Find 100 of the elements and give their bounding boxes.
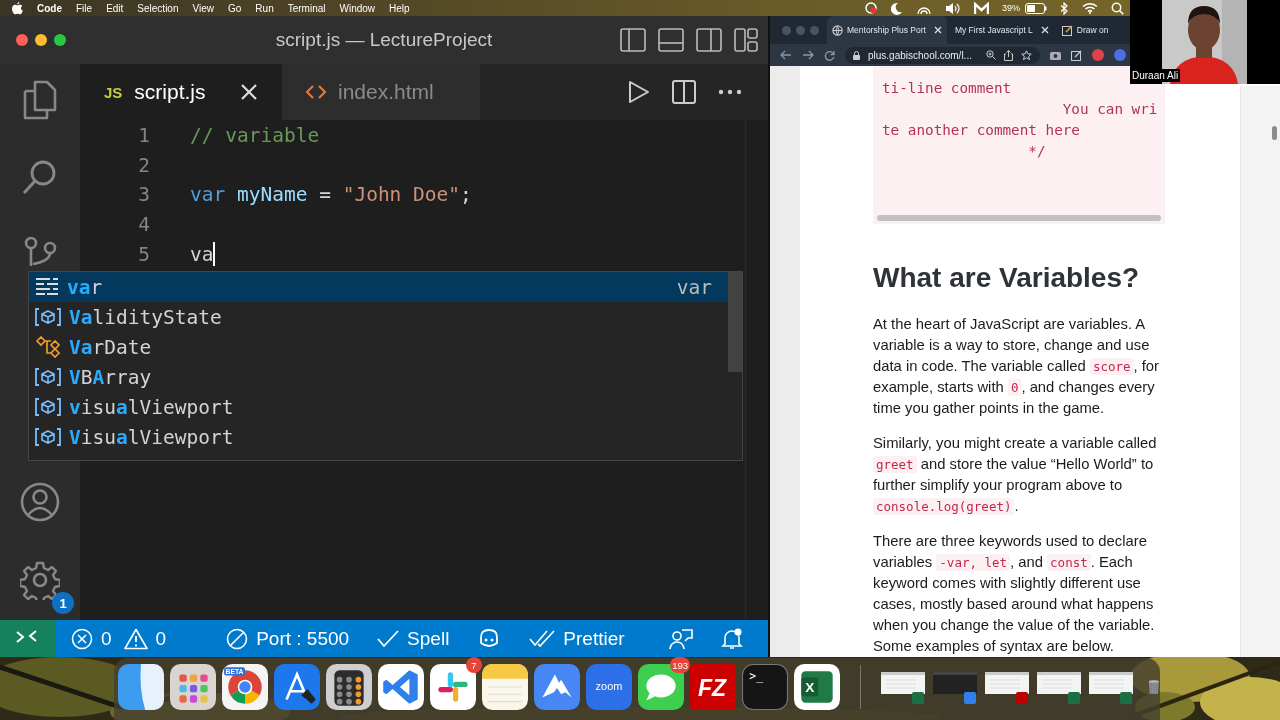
scrollbar-track[interactable]: [1240, 86, 1280, 657]
forward-icon[interactable]: [802, 50, 814, 60]
dock-app-icon[interactable]: X: [794, 664, 840, 710]
paragraph: There are three keywords used to declare variables -var, let , and const . Each keyword comes with slightly different use cases, mostly based around what happens when you change the value of the variable. Some examples of syntax are below.: [873, 532, 1156, 656]
files-icon[interactable]: [21, 80, 59, 120]
cube-icon: [35, 427, 61, 447]
browser-tab[interactable]: My First Javascript L: [946, 16, 1054, 44]
bluetooth-icon[interactable]: [1060, 1, 1069, 15]
moon-icon[interactable]: [891, 1, 903, 15]
browser-tab[interactable]: Draw on: [1053, 16, 1114, 44]
paragraph: At the heart of JavaScript are variables. A variable is a way to store, change and use data in code. The variable called score , for example, starts with 0 , and changes every time you gather points in the game.: [873, 315, 1161, 418]
spell-status[interactable]: Spell: [407, 627, 450, 650]
battery-icon[interactable]: [1025, 2, 1047, 14]
menu-item[interactable]: Help: [389, 2, 410, 14]
editor-tab[interactable]: index.html: [282, 64, 480, 120]
close-icon[interactable]: [933, 26, 942, 34]
pen-tablet-icon: [1061, 24, 1073, 36]
menu-item[interactable]: Run: [255, 2, 274, 14]
profile-icon[interactable]: [1113, 49, 1126, 61]
suggestion-label: var: [67, 275, 103, 299]
split-editor-icon[interactable]: [672, 80, 696, 104]
suggestion-item[interactable]: VarDate: [29, 332, 728, 362]
dock-app-icon[interactable]: >_: [742, 664, 788, 710]
more-icon[interactable]: [718, 89, 742, 95]
suggestion-label: VarDate: [69, 335, 152, 359]
search-icon[interactable]: [1111, 1, 1124, 15]
minimize-button[interactable]: [35, 34, 47, 46]
remote-button[interactable]: [0, 620, 55, 657]
dock-app-icon[interactable]: [430, 664, 476, 710]
dock-app-icon[interactable]: [170, 664, 216, 710]
sidebar-toggle-icon[interactable]: [620, 28, 646, 52]
m-logo-icon[interactable]: [974, 1, 989, 15]
feedback-icon[interactable]: [668, 627, 693, 650]
star-icon[interactable]: [1020, 49, 1032, 61]
wifi-icon[interactable]: [1082, 2, 1098, 14]
menu-item[interactable]: Selection: [137, 2, 179, 14]
panel-toggle-icon[interactable]: [658, 28, 684, 52]
scrollbar-thumb[interactable]: [877, 215, 1161, 221]
blocked-icon[interactable]: [226, 627, 249, 650]
account-icon[interactable]: [20, 482, 60, 522]
line-number: 4: [137, 213, 150, 237]
menu-item[interactable]: Go: [228, 2, 242, 14]
record-icon[interactable]: [864, 1, 878, 15]
secondary-sidebar-icon[interactable]: [696, 28, 722, 52]
suggestion-item[interactable]: ValidityState: [29, 302, 728, 332]
dock-app-icon[interactable]: [482, 664, 528, 710]
share-icon[interactable]: [1003, 49, 1013, 61]
speaker-icon[interactable]: [945, 1, 961, 15]
suggestion-item[interactable]: VisualViewport: [29, 422, 728, 452]
error-count[interactable]: 0: [101, 627, 112, 650]
menu-item[interactable]: File: [76, 2, 93, 14]
menu-item[interactable]: View: [192, 2, 214, 14]
app-menu[interactable]: Code: [37, 2, 62, 14]
menu-item[interactable]: Edit: [106, 2, 124, 14]
bell-icon[interactable]: [720, 627, 743, 650]
class-icon: [35, 336, 61, 358]
error-icon[interactable]: [71, 627, 93, 650]
address-bar[interactable]: plus.gabischool.com/l...: [845, 46, 1040, 64]
dock-app-icon[interactable]: zoom: [586, 664, 632, 710]
layout-icon[interactable]: [734, 28, 758, 52]
close-icon[interactable]: [1040, 26, 1049, 34]
paragraph: Similarly, you might create a variable called greet and store the value “Hello World” to further simplify your program above to console.log(greet) .: [873, 434, 1158, 517]
scrollbar-thumb[interactable]: [728, 272, 742, 372]
suggestion-item[interactable]: VBArray: [29, 362, 728, 392]
warning-icon[interactable]: [123, 627, 148, 650]
scrollbar-thumb[interactable]: [1272, 126, 1277, 140]
double-check-icon[interactable]: [529, 629, 556, 648]
dock-app-icon[interactable]: [326, 664, 372, 710]
zoom-icon[interactable]: [985, 50, 996, 60]
dock-app-icon[interactable]: [118, 664, 164, 710]
menu-item[interactable]: Terminal: [287, 2, 326, 14]
html-file-icon: [306, 84, 326, 100]
suggestion-item[interactable]: var var: [29, 272, 728, 302]
apple-icon[interactable]: [12, 1, 23, 15]
settings-icon[interactable]: [20, 560, 60, 600]
editor-tab[interactable]: JS script.js: [80, 64, 282, 120]
dock-app-icon[interactable]: [274, 664, 320, 710]
suggestion-item[interactable]: visualViewport: [29, 392, 728, 422]
camera-icon[interactable]: [1049, 50, 1061, 60]
adblock-icon[interactable]: [1091, 49, 1104, 61]
maximize-button[interactable]: [54, 34, 66, 46]
menu-item[interactable]: Window: [339, 2, 376, 14]
window-title: script.js — LectureProject: [275, 29, 493, 51]
dock-app-icon[interactable]: [534, 664, 580, 710]
check-icon[interactable]: [377, 629, 400, 648]
prettier-status[interactable]: Prettier: [563, 627, 625, 650]
suggestion-label: ValidityState: [69, 305, 222, 329]
notification-badge: 1: [52, 592, 74, 614]
reload-icon[interactable]: [824, 49, 835, 61]
pen-tablet-icon[interactable]: [1070, 49, 1082, 61]
suggestion-detail: var: [676, 275, 712, 299]
close-button[interactable]: [16, 34, 28, 46]
close-icon[interactable]: [240, 83, 258, 101]
browser-tab[interactable]: Mentorship Plus Port: [827, 16, 947, 44]
warning-count[interactable]: 0: [155, 627, 167, 650]
live-server-port[interactable]: Port : 5500: [256, 627, 350, 650]
run-icon[interactable]: [628, 80, 650, 104]
dock-app-icon[interactable]: [378, 664, 424, 710]
back-icon[interactable]: [780, 50, 792, 60]
dock-app-icon[interactable]: FZ: [690, 664, 736, 710]
